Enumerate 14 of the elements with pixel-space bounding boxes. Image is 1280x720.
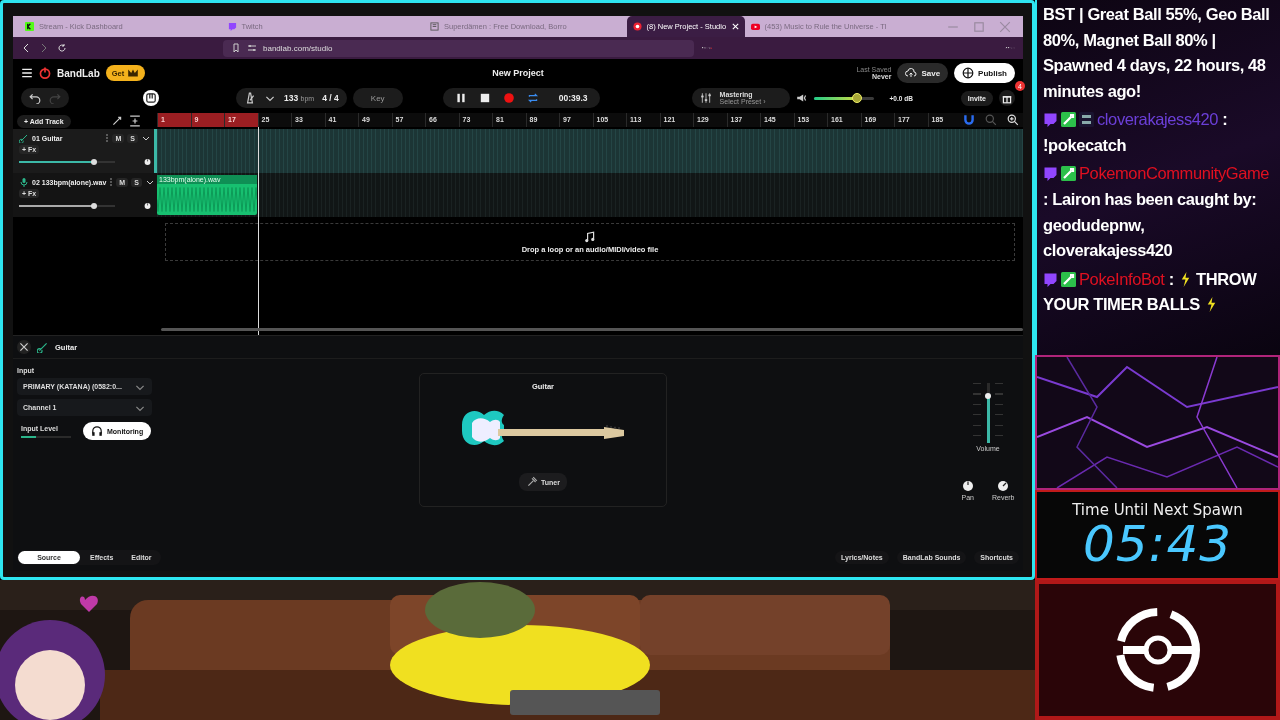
logo-text: BandLab [57,67,100,79]
save-button[interactable]: Save [897,63,949,83]
countdown-timer: 05:43 [1082,519,1233,569]
time-display: 00:39.3 [558,93,588,103]
chat-message: PokeInfoBot : THROW YOUR TIMER BALLS [1043,268,1258,316]
timer-title: Time Until Next Spawn [1072,501,1243,519]
publish-button[interactable]: Publish [954,63,1015,83]
project-title: New Project [492,68,544,78]
chat-message: BST | Great Ball 55%, Geo Ball 80%, Magnet Ball 80% | Spawned 4 days, 22 hours, 48 minutes ago! [1043,4,1271,102]
chat-message: PokemonCommunityGame : Lairon has been caught by: geodudepnw, cloverakajess420 [1043,163,1271,262]
key-button[interactable]: Key [352,88,403,108]
address-bar[interactable]: bandlab.com/studio [223,39,694,57]
time-signature-field[interactable]: 4 / 4 [322,93,339,103]
chat-message: cloverakajess420 : !pokecatch [1043,109,1229,156]
